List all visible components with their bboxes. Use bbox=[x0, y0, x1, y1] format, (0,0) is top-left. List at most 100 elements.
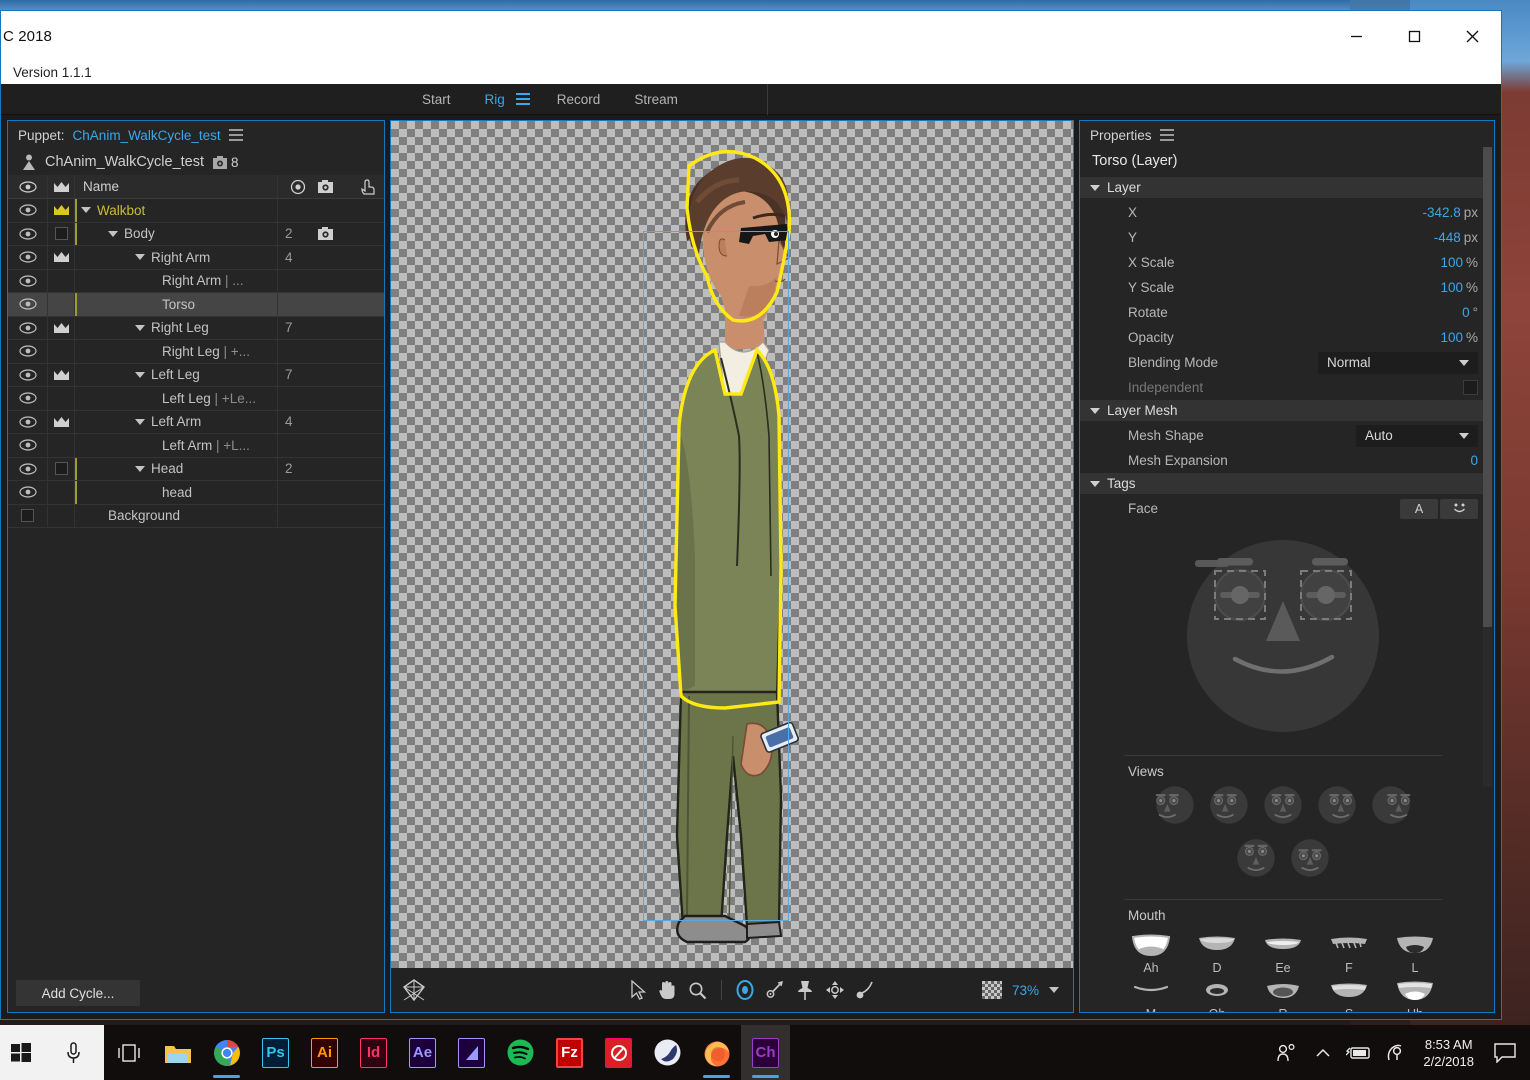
handle-tool[interactable] bbox=[730, 975, 760, 1005]
section-tags-header[interactable]: Tags bbox=[1080, 473, 1486, 494]
layer-row-right-arm[interactable]: Right Arm | ... bbox=[8, 269, 384, 293]
crown-toggle[interactable] bbox=[48, 199, 75, 222]
staple-tool[interactable] bbox=[760, 975, 790, 1005]
eye-icon[interactable] bbox=[18, 463, 37, 475]
eye-icon[interactable] bbox=[18, 275, 37, 287]
expand-collapse-triangle-icon[interactable] bbox=[135, 465, 145, 472]
crown-toggle[interactable] bbox=[48, 387, 75, 410]
view-right-quarter[interactable] bbox=[1207, 783, 1251, 827]
mouth-cell-l[interactable]: L bbox=[1390, 931, 1440, 975]
mesh-cell[interactable] bbox=[318, 199, 351, 222]
cortana-search-button[interactable] bbox=[42, 1025, 104, 1080]
visibility-toggle[interactable] bbox=[8, 457, 48, 480]
property-row-mesh-expansion[interactable]: Mesh Expansion 0 bbox=[1080, 448, 1486, 473]
property-value[interactable]: 100% bbox=[1440, 280, 1478, 295]
puppet-root-row[interactable]: ChAnim_WalkCycle_test 8 bbox=[8, 149, 384, 175]
property-row-y-scale[interactable]: Y Scale 100% bbox=[1080, 275, 1486, 300]
mouth-cell-r[interactable]: R bbox=[1258, 977, 1308, 1012]
task-view-icon[interactable] bbox=[104, 1025, 153, 1080]
layer-row-head[interactable]: Head 2 bbox=[8, 457, 384, 481]
layer-row-left-leg[interactable]: Left Leg 7 bbox=[8, 363, 384, 387]
pin-tool[interactable] bbox=[790, 975, 820, 1005]
character-animator-icon[interactable]: Ch bbox=[741, 1025, 790, 1080]
view-left-quarter-thumb[interactable] bbox=[1315, 783, 1359, 832]
expand-collapse-triangle-icon[interactable] bbox=[81, 207, 91, 214]
layer-name-cell[interactable]: Right Arm bbox=[75, 246, 278, 269]
tab-start[interactable]: Start bbox=[405, 84, 468, 115]
mesh-cell[interactable] bbox=[318, 246, 351, 269]
mesh-cell[interactable] bbox=[318, 340, 351, 363]
property-row-x-scale[interactable]: X Scale 100% bbox=[1080, 250, 1486, 275]
battery-charging-icon[interactable] bbox=[1341, 1025, 1377, 1080]
property-value[interactable]: 0 ° bbox=[1462, 305, 1478, 320]
layer-name-cell[interactable]: Torso bbox=[75, 293, 278, 316]
crown-toggle[interactable] bbox=[48, 363, 75, 386]
mesh-shape-select[interactable]: Auto bbox=[1356, 424, 1478, 447]
expand-collapse-triangle-icon[interactable] bbox=[135, 254, 145, 261]
properties-scroll-area[interactable]: Layer X -342.8 px Y -448 px X Scale 100% Y… bbox=[1080, 177, 1494, 1012]
crown-toggle[interactable] bbox=[48, 434, 75, 457]
property-row-y[interactable]: Y -448 px bbox=[1080, 225, 1486, 250]
view-down[interactable] bbox=[1288, 836, 1332, 880]
crown-toggle[interactable] bbox=[48, 269, 75, 292]
crown-toggle[interactable] bbox=[48, 340, 75, 363]
visibility-toggle[interactable] bbox=[8, 222, 48, 245]
view-up-thumb[interactable] bbox=[1234, 836, 1278, 885]
visibility-toggle[interactable] bbox=[8, 387, 48, 410]
crown-icon[interactable] bbox=[53, 369, 70, 381]
properties-scrollbar-thumb[interactable] bbox=[1483, 147, 1492, 627]
visibility-toggle[interactable] bbox=[8, 269, 48, 292]
visibility-toggle[interactable] bbox=[8, 363, 48, 386]
after-effects-icon[interactable]: Ae bbox=[398, 1025, 447, 1080]
mesh-cell[interactable] bbox=[318, 411, 351, 434]
property-row-face-tag[interactable]: Face A bbox=[1080, 496, 1486, 521]
layer-name-cell[interactable]: Left Leg | +Le... bbox=[75, 387, 278, 410]
visibility-toggle[interactable] bbox=[8, 504, 48, 527]
mesh-cell[interactable] bbox=[318, 317, 351, 340]
selection-arrow-tool[interactable] bbox=[623, 975, 653, 1005]
tab-rig[interactable]: Rig bbox=[468, 84, 522, 115]
people-icon[interactable] bbox=[1269, 1025, 1305, 1080]
cinema4d-icon[interactable] bbox=[643, 1025, 692, 1080]
eye-icon[interactable] bbox=[18, 228, 37, 240]
mesh-icon[interactable] bbox=[318, 227, 333, 241]
visibility-toggle[interactable] bbox=[8, 481, 48, 504]
view-right-profile[interactable] bbox=[1153, 783, 1197, 827]
crown-toggle[interactable] bbox=[48, 410, 75, 433]
eye-icon[interactable] bbox=[18, 486, 37, 498]
crown-toggle[interactable] bbox=[48, 481, 75, 504]
illustrator-icon[interactable]: Ai bbox=[300, 1025, 349, 1080]
group-box-icon[interactable] bbox=[54, 227, 68, 241]
layer-row-right-arm[interactable]: Right Arm 4 bbox=[8, 246, 384, 270]
section-layer-mesh-header[interactable]: Layer Mesh bbox=[1080, 400, 1486, 421]
property-value[interactable]: 100% bbox=[1440, 330, 1478, 345]
mouth-cell-oh[interactable]: Oh bbox=[1192, 977, 1242, 1012]
layer-row-walkbot[interactable]: Walkbot bbox=[8, 199, 384, 223]
layer-name-cell[interactable]: Right Leg | +... bbox=[75, 340, 278, 363]
windows-start-button[interactable] bbox=[0, 1025, 42, 1080]
mouth-cell-s[interactable]: S bbox=[1324, 977, 1374, 1012]
expand-collapse-triangle-icon[interactable] bbox=[108, 230, 118, 237]
media-encoder-icon[interactable] bbox=[447, 1025, 496, 1080]
view-down-thumb[interactable] bbox=[1288, 836, 1332, 885]
indesign-icon[interactable]: Id bbox=[349, 1025, 398, 1080]
taskbar-clock[interactable]: 8:53 AM 2/2/2018 bbox=[1413, 1036, 1484, 1070]
eye-icon[interactable] bbox=[18, 322, 37, 334]
show-hidden-icons-chevron-up-icon[interactable] bbox=[1305, 1025, 1341, 1080]
layer-name-cell[interactable]: Walkbot bbox=[75, 199, 278, 222]
firefox-icon[interactable] bbox=[692, 1025, 741, 1080]
origin-icon[interactable] bbox=[399, 975, 429, 1005]
crown-toggle[interactable] bbox=[48, 246, 75, 269]
layer-name-cell[interactable]: Right Leg bbox=[75, 316, 278, 339]
layer-rows-container[interactable]: Walkbot Body 2 Right Arm 4 Right Arm | ... Tor… bbox=[8, 199, 384, 528]
crown-toggle[interactable] bbox=[48, 457, 75, 480]
transparency-checkerboard[interactable] bbox=[391, 121, 1073, 968]
layer-row-right-leg[interactable]: Right Leg | +... bbox=[8, 340, 384, 364]
filezilla-icon[interactable]: Fz bbox=[545, 1025, 594, 1080]
layer-name-cell[interactable]: Right Arm | ... bbox=[75, 269, 278, 292]
visibility-toggle[interactable] bbox=[8, 410, 48, 433]
network-icon[interactable] bbox=[1377, 1025, 1413, 1080]
google-chrome-icon[interactable] bbox=[202, 1025, 251, 1080]
view-up[interactable] bbox=[1234, 836, 1278, 880]
crown-icon[interactable] bbox=[53, 251, 70, 263]
